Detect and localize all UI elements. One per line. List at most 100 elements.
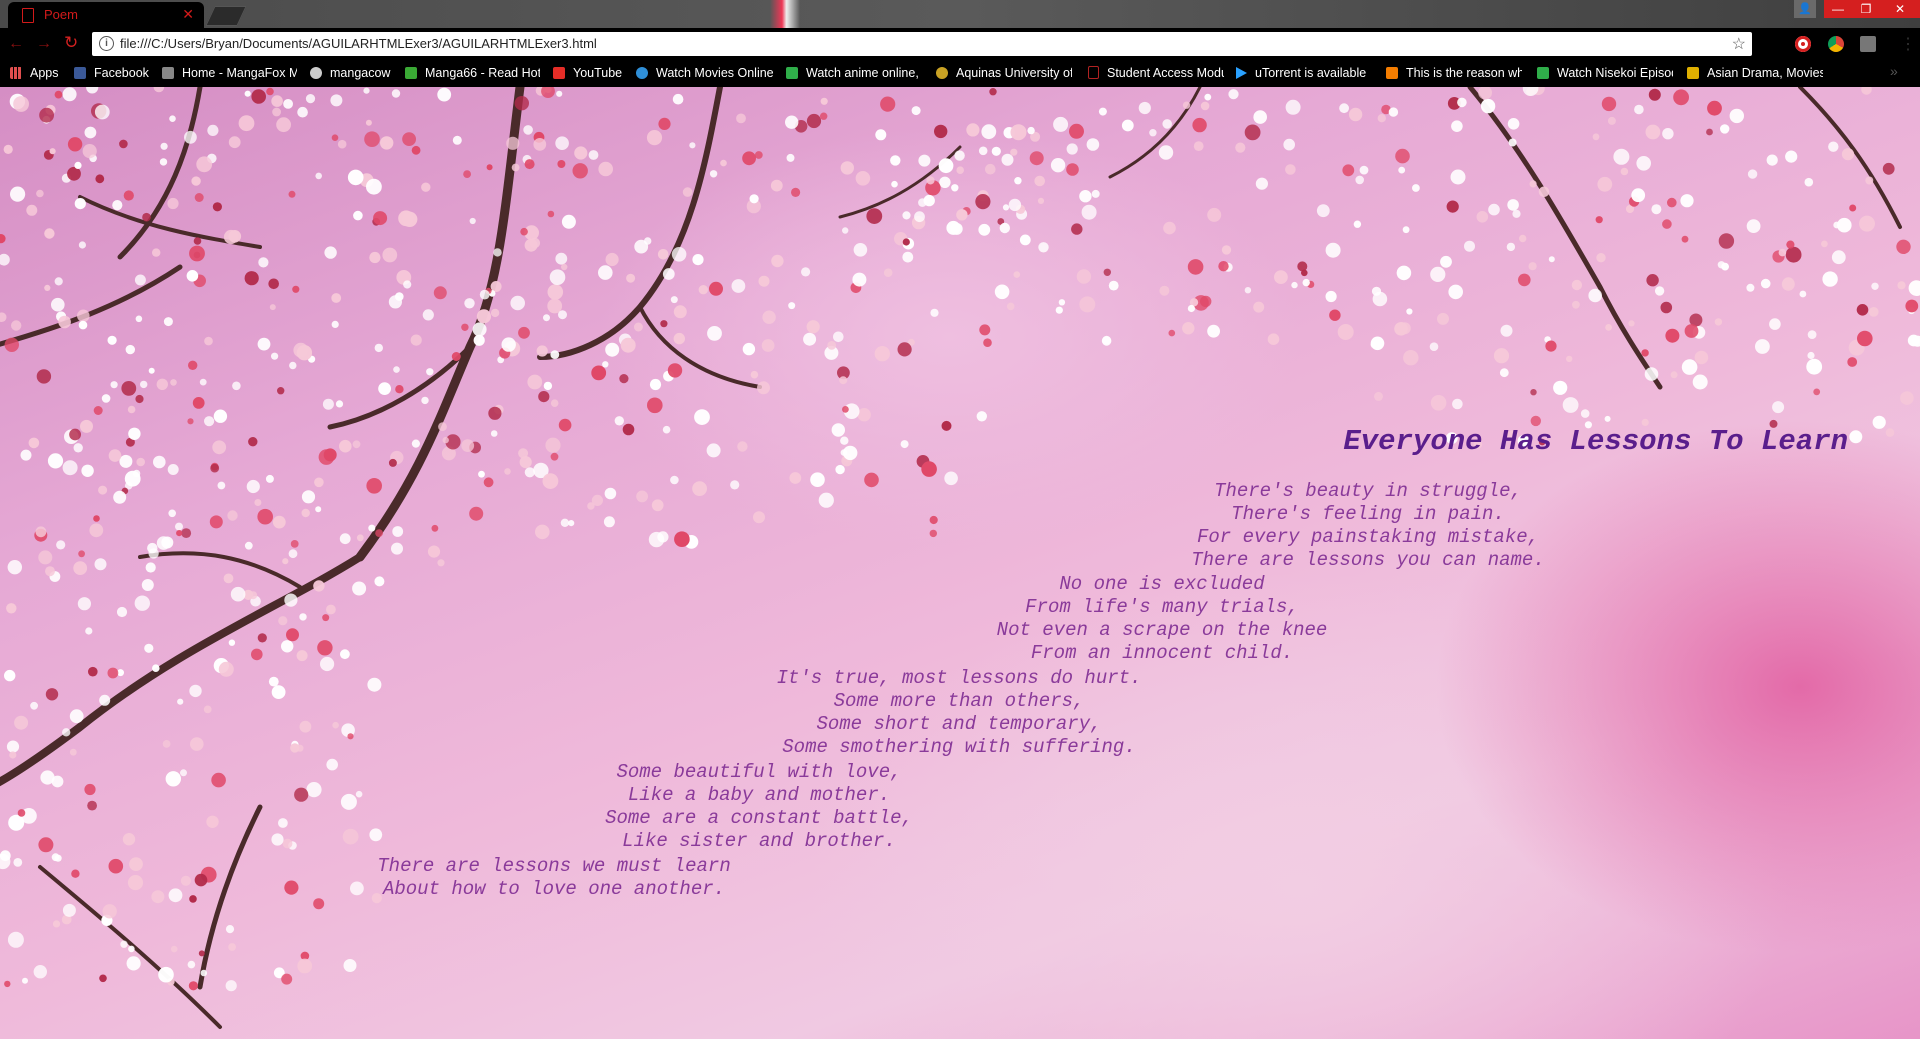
bookmark-youtube[interactable]: YouTube bbox=[553, 66, 628, 80]
blossom bbox=[921, 461, 937, 477]
minimize-button[interactable]: — bbox=[1824, 0, 1852, 18]
bookmark-mangafox[interactable]: Home - MangaFox M bbox=[162, 66, 297, 80]
blossom bbox=[555, 136, 569, 150]
blossom bbox=[232, 381, 241, 391]
blossom bbox=[116, 606, 128, 618]
blossom bbox=[657, 249, 669, 260]
chrome-extension-icon[interactable] bbox=[1828, 36, 1844, 52]
menu-dots-icon[interactable]: ⋮ bbox=[1900, 34, 1916, 54]
blossom bbox=[36, 189, 44, 198]
blossom bbox=[1457, 97, 1467, 108]
blossom bbox=[1244, 287, 1252, 294]
blossom bbox=[840, 161, 854, 175]
bookmark-manga66[interactable]: Manga66 - Read Hot bbox=[405, 66, 540, 80]
blossom bbox=[142, 212, 151, 222]
blossom bbox=[883, 268, 893, 277]
blossom bbox=[342, 828, 359, 845]
blossom bbox=[299, 720, 312, 733]
blossom bbox=[1402, 226, 1410, 234]
bookmark-star-icon[interactable]: ☆ bbox=[1732, 34, 1746, 54]
blossom bbox=[126, 956, 141, 971]
back-arrow-icon[interactable]: ← bbox=[8, 35, 24, 53]
blossom bbox=[1429, 342, 1439, 351]
blossom bbox=[1291, 281, 1298, 289]
bookmark-apps[interactable]: Apps bbox=[10, 66, 65, 80]
blossom bbox=[1001, 153, 1014, 166]
blossom bbox=[556, 90, 563, 97]
document-icon bbox=[1088, 66, 1099, 79]
blossom bbox=[692, 254, 704, 266]
opera-extension-icon[interactable] bbox=[1795, 36, 1811, 52]
blossom bbox=[1500, 324, 1513, 337]
blossom bbox=[127, 875, 144, 891]
blossom bbox=[365, 119, 372, 126]
blossom bbox=[674, 531, 690, 547]
blossom bbox=[391, 542, 403, 555]
blossom bbox=[1079, 190, 1092, 203]
blossom bbox=[368, 524, 376, 532]
browser-tab[interactable]: Poem ✕ bbox=[8, 2, 204, 28]
bookmark-asian-drama[interactable]: Asian Drama, Movies bbox=[1687, 66, 1823, 80]
bookmark-blogger[interactable]: This is the reason wh bbox=[1386, 66, 1522, 80]
address-bar[interactable]: i file:///C:/Users/Bryan/Documents/AGUIL… bbox=[92, 32, 1752, 56]
restore-button[interactable]: ❐ bbox=[1852, 0, 1880, 18]
bookmark-utorrent[interactable]: uTorrent is available bbox=[1236, 66, 1372, 80]
new-tab-button[interactable] bbox=[205, 6, 247, 26]
blossom bbox=[4, 337, 19, 352]
blossom bbox=[177, 698, 184, 705]
blossom bbox=[93, 406, 103, 415]
bookmark-student-access[interactable]: Student Access Modu bbox=[1088, 66, 1224, 80]
bookmark-aquinas[interactable]: Aquinas University of bbox=[936, 66, 1072, 80]
extension-box-icon[interactable] bbox=[1860, 36, 1876, 52]
blossom bbox=[1200, 101, 1210, 111]
blossom bbox=[1353, 220, 1362, 228]
blogger-icon bbox=[1386, 67, 1398, 79]
blossom bbox=[771, 254, 784, 268]
blossom bbox=[167, 464, 179, 475]
blossom bbox=[265, 474, 274, 483]
blossom bbox=[1412, 184, 1420, 192]
blossom bbox=[151, 890, 165, 904]
bookmark-watch-anime[interactable]: Watch anime online, bbox=[786, 66, 920, 80]
blossom bbox=[93, 515, 100, 522]
blossom bbox=[1706, 128, 1713, 136]
blossom bbox=[619, 374, 629, 384]
blossom bbox=[69, 748, 77, 756]
blossom bbox=[339, 533, 351, 545]
bookmark-facebook[interactable]: Facebook bbox=[74, 66, 154, 80]
blossom bbox=[900, 440, 909, 449]
blossom bbox=[1027, 126, 1035, 135]
blossom bbox=[852, 272, 867, 287]
url-text[interactable]: file:///C:/Users/Bryan/Documents/AGUILAR… bbox=[120, 36, 597, 51]
blossom bbox=[672, 93, 684, 105]
blossom bbox=[510, 295, 525, 311]
reload-icon[interactable]: ↻ bbox=[64, 33, 78, 53]
blossom bbox=[246, 479, 260, 494]
blossom bbox=[374, 576, 385, 587]
profile-icon[interactable]: 👤 bbox=[1794, 0, 1816, 18]
blossom bbox=[1394, 322, 1408, 336]
close-window-button[interactable]: ✕ bbox=[1880, 0, 1920, 18]
blossom bbox=[1507, 199, 1519, 211]
blossom bbox=[13, 96, 29, 112]
blossom bbox=[929, 515, 938, 525]
more-bookmarks-icon[interactable]: » bbox=[1890, 63, 1898, 79]
info-icon[interactable]: i bbox=[99, 36, 114, 51]
blossom bbox=[186, 270, 199, 282]
bookmark-watch-movies[interactable]: Watch Movies Online bbox=[636, 66, 774, 80]
blossom bbox=[1121, 119, 1134, 132]
bookmark-nisekoi[interactable]: Watch Nisekoi Episod bbox=[1537, 66, 1673, 80]
blossom bbox=[1398, 166, 1406, 174]
blossom bbox=[1325, 290, 1337, 303]
blossom bbox=[324, 246, 337, 259]
blossom bbox=[956, 166, 964, 174]
blossom bbox=[657, 531, 669, 543]
blossom bbox=[1861, 87, 1872, 95]
blossom bbox=[301, 508, 310, 518]
blossom bbox=[1681, 235, 1689, 243]
blossom bbox=[1218, 261, 1229, 272]
blossom bbox=[374, 343, 383, 353]
forward-arrow-icon[interactable]: → bbox=[36, 35, 52, 53]
bookmark-mangacow[interactable]: mangacow bbox=[310, 66, 398, 80]
close-tab-icon[interactable]: ✕ bbox=[182, 6, 194, 23]
